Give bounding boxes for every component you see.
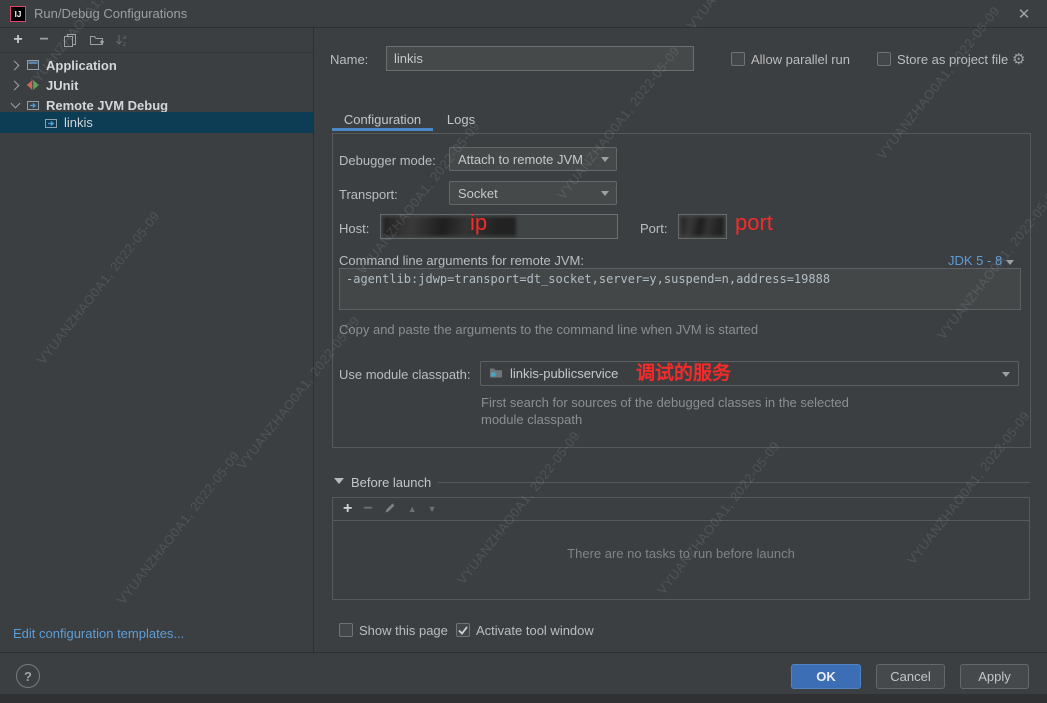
jdk-version-link[interactable]: JDK 5 - 8: [948, 253, 1014, 268]
configurations-toolbar: + − az: [0, 28, 313, 53]
checkbox-unchecked-icon[interactable]: [877, 52, 891, 66]
intellij-logo-icon: IJ: [10, 6, 26, 22]
watermark-text: VYUANZHAO0A1, 2022-05-09: [34, 208, 163, 367]
remove-configuration-icon[interactable]: −: [36, 32, 52, 48]
sort-configurations-icon[interactable]: az: [114, 32, 130, 48]
chevron-right-icon[interactable]: [10, 60, 20, 70]
tree-item-label: Remote JVM Debug: [46, 98, 168, 113]
before-launch-empty-text: There are no tasks to run before launch: [332, 546, 1030, 561]
new-folder-icon[interactable]: [88, 32, 104, 48]
cmdline-arguments-label: Command line arguments for remote JVM:: [339, 253, 584, 268]
checkbox-checked-icon[interactable]: [456, 623, 470, 637]
cmdline-arguments-textarea[interactable]: -agentlib:jdwp=transport=dt_socket,serve…: [339, 268, 1021, 310]
add-configuration-icon[interactable]: +: [10, 32, 26, 48]
debugger-mode-label: Debugger mode:: [339, 153, 436, 168]
dropdown-arrow-icon: [601, 157, 609, 162]
host-label: Host:: [339, 221, 369, 236]
port-annotation: port: [735, 212, 773, 234]
module-classpath-label: Use module classpath:: [339, 367, 471, 382]
title-bar: IJ Run/Debug Configurations ✕: [0, 0, 1047, 28]
cmdline-hint-text: Copy and paste the arguments to the comm…: [339, 322, 758, 337]
tree-item-label: Application: [46, 58, 117, 73]
chevron-down-icon: [1006, 260, 1014, 265]
sidebar-divider: [313, 28, 314, 652]
redacted-host-value: [383, 217, 516, 236]
transport-value: Socket: [458, 186, 498, 201]
name-input[interactable]: [386, 46, 694, 71]
host-input[interactable]: [380, 214, 618, 239]
remote-debug-icon: [26, 98, 40, 112]
show-this-page-checkbox[interactable]: Show this page: [339, 622, 448, 638]
checkbox-unchecked-icon[interactable]: [731, 52, 745, 66]
port-label: Port:: [640, 221, 667, 236]
allow-parallel-run-checkbox[interactable]: Allow parallel run: [731, 51, 850, 67]
chevron-right-icon[interactable]: [10, 80, 20, 90]
run-debug-configurations-dialog: IJ Run/Debug Configurations ✕ + − az App…: [0, 0, 1047, 703]
active-tab-underline: [332, 128, 433, 131]
allow-parallel-run-label: Allow parallel run: [751, 52, 850, 67]
svg-text:a: a: [123, 35, 127, 41]
module-classpath-value: linkis-publicservice: [510, 366, 618, 381]
classpath-hint-line1: First search for sources of the debugged…: [481, 395, 849, 410]
add-task-icon[interactable]: +: [343, 500, 352, 518]
dropdown-arrow-icon: [1002, 372, 1010, 377]
ip-annotation: ip: [470, 212, 487, 234]
section-rule: [438, 482, 1030, 483]
cancel-button[interactable]: Cancel: [876, 664, 945, 689]
sidebar-item-application[interactable]: Application: [0, 55, 313, 75]
move-up-icon[interactable]: ▲: [408, 504, 417, 514]
before-launch-title[interactable]: Before launch: [351, 475, 431, 490]
remote-debug-icon: [44, 116, 58, 130]
tree-item-label: JUnit: [46, 78, 79, 93]
activate-tool-window-label: Activate tool window: [476, 623, 594, 638]
dialog-title: Run/Debug Configurations: [34, 6, 187, 21]
port-input[interactable]: [678, 214, 727, 239]
tab-logs[interactable]: Logs: [433, 108, 489, 130]
jdk-version-label: JDK 5 - 8: [948, 253, 1002, 268]
debug-service-annotation: 调试的服务: [636, 363, 731, 385]
before-launch-toolbar: + − ▲ ▼: [332, 497, 1030, 521]
sidebar-item-junit[interactable]: JUnit: [0, 75, 313, 95]
edit-configuration-templates-link[interactable]: Edit configuration templates...: [13, 626, 184, 641]
svg-text:z: z: [123, 42, 126, 47]
copy-configuration-icon[interactable]: [62, 32, 78, 48]
show-this-page-label: Show this page: [359, 623, 448, 638]
store-as-project-file-label: Store as project file: [897, 52, 1008, 67]
application-icon: [26, 58, 40, 72]
store-as-project-file-checkbox[interactable]: Store as project file: [877, 51, 1008, 67]
name-label: Name:: [330, 52, 368, 67]
edit-task-icon[interactable]: [384, 501, 397, 517]
tab-configuration[interactable]: Configuration: [332, 108, 433, 130]
transport-label: Transport:: [339, 187, 398, 202]
collapse-triangle-icon[interactable]: [334, 478, 344, 484]
module-icon: [489, 366, 503, 382]
junit-icon: [26, 78, 40, 92]
redacted-port-value: [681, 217, 724, 236]
footer-divider: [0, 652, 1047, 653]
help-button[interactable]: ?: [16, 664, 40, 688]
dropdown-arrow-icon: [601, 191, 609, 196]
sidebar-item-linkis-selected[interactable]: linkis: [0, 112, 313, 133]
transport-dropdown[interactable]: Socket: [449, 181, 617, 205]
classpath-hint-line2: module classpath: [481, 412, 582, 427]
ok-button[interactable]: OK: [791, 664, 861, 689]
remove-task-icon[interactable]: −: [363, 500, 372, 518]
move-down-icon[interactable]: ▼: [428, 504, 437, 514]
window-bottom-edge: [0, 694, 1047, 703]
debugger-mode-value: Attach to remote JVM: [458, 152, 583, 167]
watermark-text: VYUANZHAO0A1, 2022-05-09: [114, 448, 243, 607]
apply-button[interactable]: Apply: [960, 664, 1029, 689]
chevron-down-icon[interactable]: [10, 100, 20, 110]
debugger-mode-dropdown[interactable]: Attach to remote JVM: [449, 147, 617, 171]
tree-item-label: linkis: [64, 115, 93, 130]
activate-tool-window-checkbox[interactable]: Activate tool window: [456, 622, 594, 638]
close-icon[interactable]: ✕: [1006, 2, 1042, 26]
module-classpath-dropdown[interactable]: linkis-publicservice: [480, 361, 1019, 386]
gear-icon[interactable]: ⚙: [1012, 50, 1025, 68]
checkbox-unchecked-icon[interactable]: [339, 623, 353, 637]
